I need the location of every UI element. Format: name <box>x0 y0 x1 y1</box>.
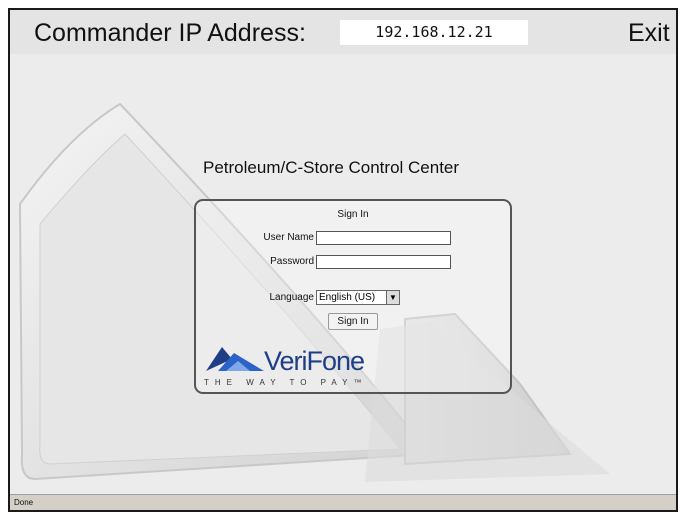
language-label: Language <box>269 292 315 303</box>
header-bar: Commander IP Address: 192.168.12.21 Exit <box>10 10 676 54</box>
username-label: User Name <box>263 232 314 243</box>
signin-panel: Sign In User Name Password Language Engl… <box>194 199 512 394</box>
password-field[interactable] <box>316 255 451 269</box>
verifone-wordmark: VeriFone <box>264 346 365 376</box>
language-select[interactable]: English (US) ▼ <box>316 290 400 305</box>
chevron-down-icon[interactable]: ▼ <box>386 291 399 304</box>
ip-address-value: 192.168.12.21 <box>340 20 528 45</box>
password-label: Password <box>270 256 314 267</box>
verifone-tagline: THE WAY TO PAY™ <box>204 378 368 387</box>
app-frame: Commander IP Address: 192.168.12.21 Exit… <box>8 8 678 512</box>
signin-button[interactable]: Sign In <box>328 313 378 330</box>
signin-heading: Sign In <box>337 209 369 220</box>
app-title: Petroleum/C-Store Control Center <box>203 158 460 177</box>
exit-link[interactable]: Exit <box>628 19 670 48</box>
status-text: Done <box>14 498 34 507</box>
language-selected-value: English (US) <box>319 292 376 303</box>
ip-address-label: Commander IP Address: <box>34 19 306 47</box>
username-field[interactable] <box>316 231 451 245</box>
verifone-logo-icon <box>206 347 264 371</box>
status-bar: Done <box>10 494 676 510</box>
